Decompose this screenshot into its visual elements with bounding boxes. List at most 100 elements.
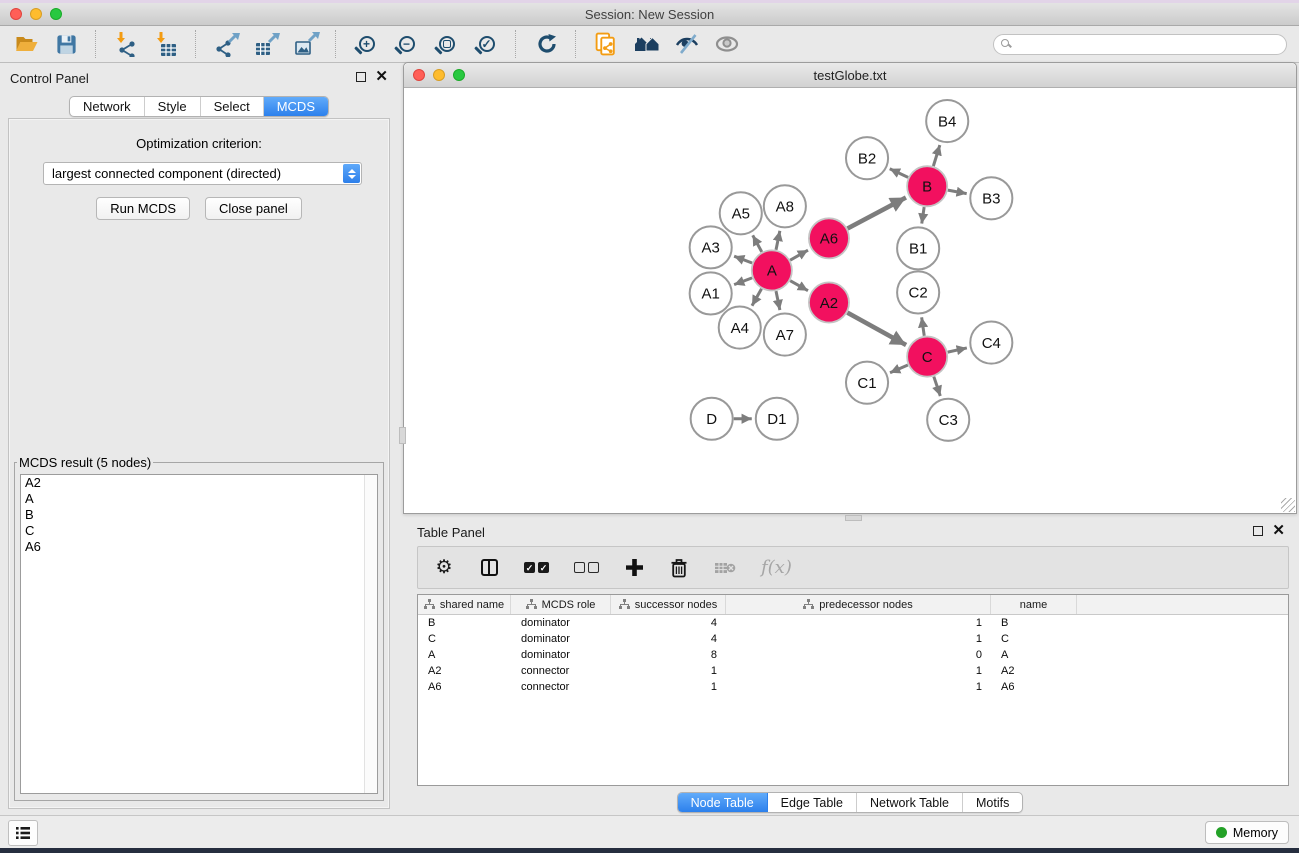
graph-node-A2[interactable]: A2 xyxy=(809,282,849,322)
graph-edge-A6-B[interactable] xyxy=(848,198,906,229)
import-table-button[interactable] xyxy=(150,29,183,59)
table-cell[interactable]: A2 xyxy=(991,663,1077,679)
table-cell[interactable]: connector xyxy=(511,663,611,679)
table-row[interactable]: A2connector11A2 xyxy=(418,663,1288,679)
table-cell[interactable]: A xyxy=(991,647,1077,663)
export-network-button[interactable] xyxy=(210,29,243,59)
zoom-fit-button[interactable] xyxy=(430,29,463,59)
tab-network[interactable]: Network xyxy=(70,97,145,116)
table-cell[interactable]: 1 xyxy=(726,615,991,631)
table-cell[interactable]: A6 xyxy=(991,679,1077,695)
graph-node-A7[interactable]: A7 xyxy=(764,314,806,356)
first-neighbors-button[interactable] xyxy=(630,29,663,59)
table-cell[interactable]: 4 xyxy=(611,615,726,631)
mcds-result-item[interactable]: C xyxy=(21,523,377,539)
graph-edge-B-B2[interactable] xyxy=(890,169,908,178)
graph-edge-A-A1[interactable] xyxy=(734,278,752,285)
tab-edge-table[interactable]: Edge Table xyxy=(768,793,857,812)
table-cell[interactable]: A xyxy=(418,647,511,663)
zoom-out-button[interactable]: − xyxy=(390,29,423,59)
float-table-panel-icon[interactable] xyxy=(1253,526,1263,536)
graph-node-A4[interactable]: A4 xyxy=(719,307,761,349)
tab-select[interactable]: Select xyxy=(201,97,264,116)
column-header-mcds-role[interactable]: MCDS role xyxy=(511,595,611,614)
select-all-columns-button[interactable]: ✓ ✓ xyxy=(524,562,549,573)
graph-node-D1[interactable]: D1 xyxy=(756,398,798,440)
mcds-result-item[interactable]: A2 xyxy=(21,475,377,491)
graph-node-B1[interactable]: B1 xyxy=(897,227,939,269)
column-header-shared-name[interactable]: shared name xyxy=(418,595,511,614)
zoom-in-button[interactable]: + xyxy=(350,29,383,59)
export-table-button[interactable] xyxy=(250,29,283,59)
table-cell[interactable]: 4 xyxy=(611,631,726,647)
graph-node-C4[interactable]: C4 xyxy=(970,322,1012,364)
add-column-button[interactable] xyxy=(624,558,644,577)
graph-node-C2[interactable]: C2 xyxy=(897,271,939,313)
graph-edge-A-A8[interactable] xyxy=(776,231,780,250)
table-cell[interactable]: 1 xyxy=(611,663,726,679)
save-session-button[interactable] xyxy=(50,29,83,59)
tab-mcds[interactable]: MCDS xyxy=(264,97,328,116)
table-cell[interactable]: 0 xyxy=(726,647,991,663)
criterion-select[interactable]: largest connected component (directed) xyxy=(43,162,362,185)
table-cell[interactable]: B xyxy=(991,615,1077,631)
table-cell[interactable]: 8 xyxy=(611,647,726,663)
search-input[interactable] xyxy=(993,34,1287,55)
mcds-result-item[interactable]: A xyxy=(21,491,377,507)
table-settings-button[interactable]: ⚙ xyxy=(434,558,454,578)
graph-node-A[interactable]: A xyxy=(752,250,792,290)
graph-edge-B-B1[interactable] xyxy=(922,207,924,224)
table-cell[interactable]: dominator xyxy=(511,615,611,631)
mcds-result-item[interactable]: A6 xyxy=(21,539,377,555)
deselect-all-columns-button[interactable] xyxy=(574,562,599,573)
table-cell[interactable]: connector xyxy=(511,679,611,695)
network-canvas[interactable]: B4B2BB3A8A5A6B1A3AA1C2A2A4A7C4CC1C3DD1 xyxy=(405,89,1295,512)
close-panel-button[interactable]: Close panel xyxy=(205,197,302,220)
graph-edge-A-A4[interactable] xyxy=(752,289,762,306)
table-row[interactable]: A6connector11A6 xyxy=(418,679,1288,695)
column-header-predecessor-nodes[interactable]: predecessor nodes xyxy=(726,595,991,614)
close-panel-icon[interactable]: ✕ xyxy=(375,72,388,82)
graph-node-B4[interactable]: B4 xyxy=(926,100,968,142)
graph-edge-C-C2[interactable] xyxy=(922,317,925,335)
close-table-panel-icon[interactable]: ✕ xyxy=(1272,526,1285,536)
graph-edge-A-A5[interactable] xyxy=(753,235,762,252)
tab-style[interactable]: Style xyxy=(145,97,201,116)
graph-node-B[interactable]: B xyxy=(907,166,947,206)
zoom-selected-button[interactable]: ✓ xyxy=(470,29,503,59)
graph-edge-A-A6[interactable] xyxy=(790,250,808,260)
table-row[interactable]: Cdominator41C xyxy=(418,631,1288,647)
graph-edge-B-B4[interactable] xyxy=(933,145,939,166)
delete-column-button[interactable] xyxy=(669,558,689,578)
graph-edge-C-C4[interactable] xyxy=(948,348,967,352)
scrollbar-track[interactable] xyxy=(364,475,377,793)
memory-button[interactable]: Memory xyxy=(1205,821,1289,844)
table-row[interactable]: Bdominator41B xyxy=(418,615,1288,631)
run-mcds-button[interactable]: Run MCDS xyxy=(96,197,190,220)
graph-node-D[interactable]: D xyxy=(691,398,733,440)
table-cell[interactable]: 1 xyxy=(611,679,726,695)
show-columns-button[interactable] xyxy=(479,559,499,576)
graph-edge-A-A7[interactable] xyxy=(776,291,780,310)
import-network-button[interactable] xyxy=(110,29,143,59)
graph-node-A8[interactable]: A8 xyxy=(764,185,806,227)
table-cell[interactable]: 1 xyxy=(726,663,991,679)
graph-edge-A2-C[interactable] xyxy=(847,313,906,345)
tab-motifs[interactable]: Motifs xyxy=(963,793,1022,812)
graph-node-A3[interactable]: A3 xyxy=(690,226,732,268)
graph-node-C[interactable]: C xyxy=(907,337,947,377)
table-cell[interactable]: C xyxy=(418,631,511,647)
graph-edge-A-A2[interactable] xyxy=(790,281,808,291)
table-cell[interactable]: 1 xyxy=(726,631,991,647)
table-cell[interactable]: dominator xyxy=(511,647,611,663)
open-session-button[interactable] xyxy=(10,29,43,59)
graph-edge-A-A3[interactable] xyxy=(734,256,752,263)
graph-node-B2[interactable]: B2 xyxy=(846,137,888,179)
table-cell[interactable]: B xyxy=(418,615,511,631)
graph-edge-B-B3[interactable] xyxy=(948,190,967,194)
table-cell[interactable]: C xyxy=(991,631,1077,647)
table-cell[interactable]: dominator xyxy=(511,631,611,647)
task-history-button[interactable] xyxy=(8,820,38,846)
graph-node-C3[interactable]: C3 xyxy=(927,399,969,441)
tab-node-table[interactable]: Node Table xyxy=(678,793,768,812)
